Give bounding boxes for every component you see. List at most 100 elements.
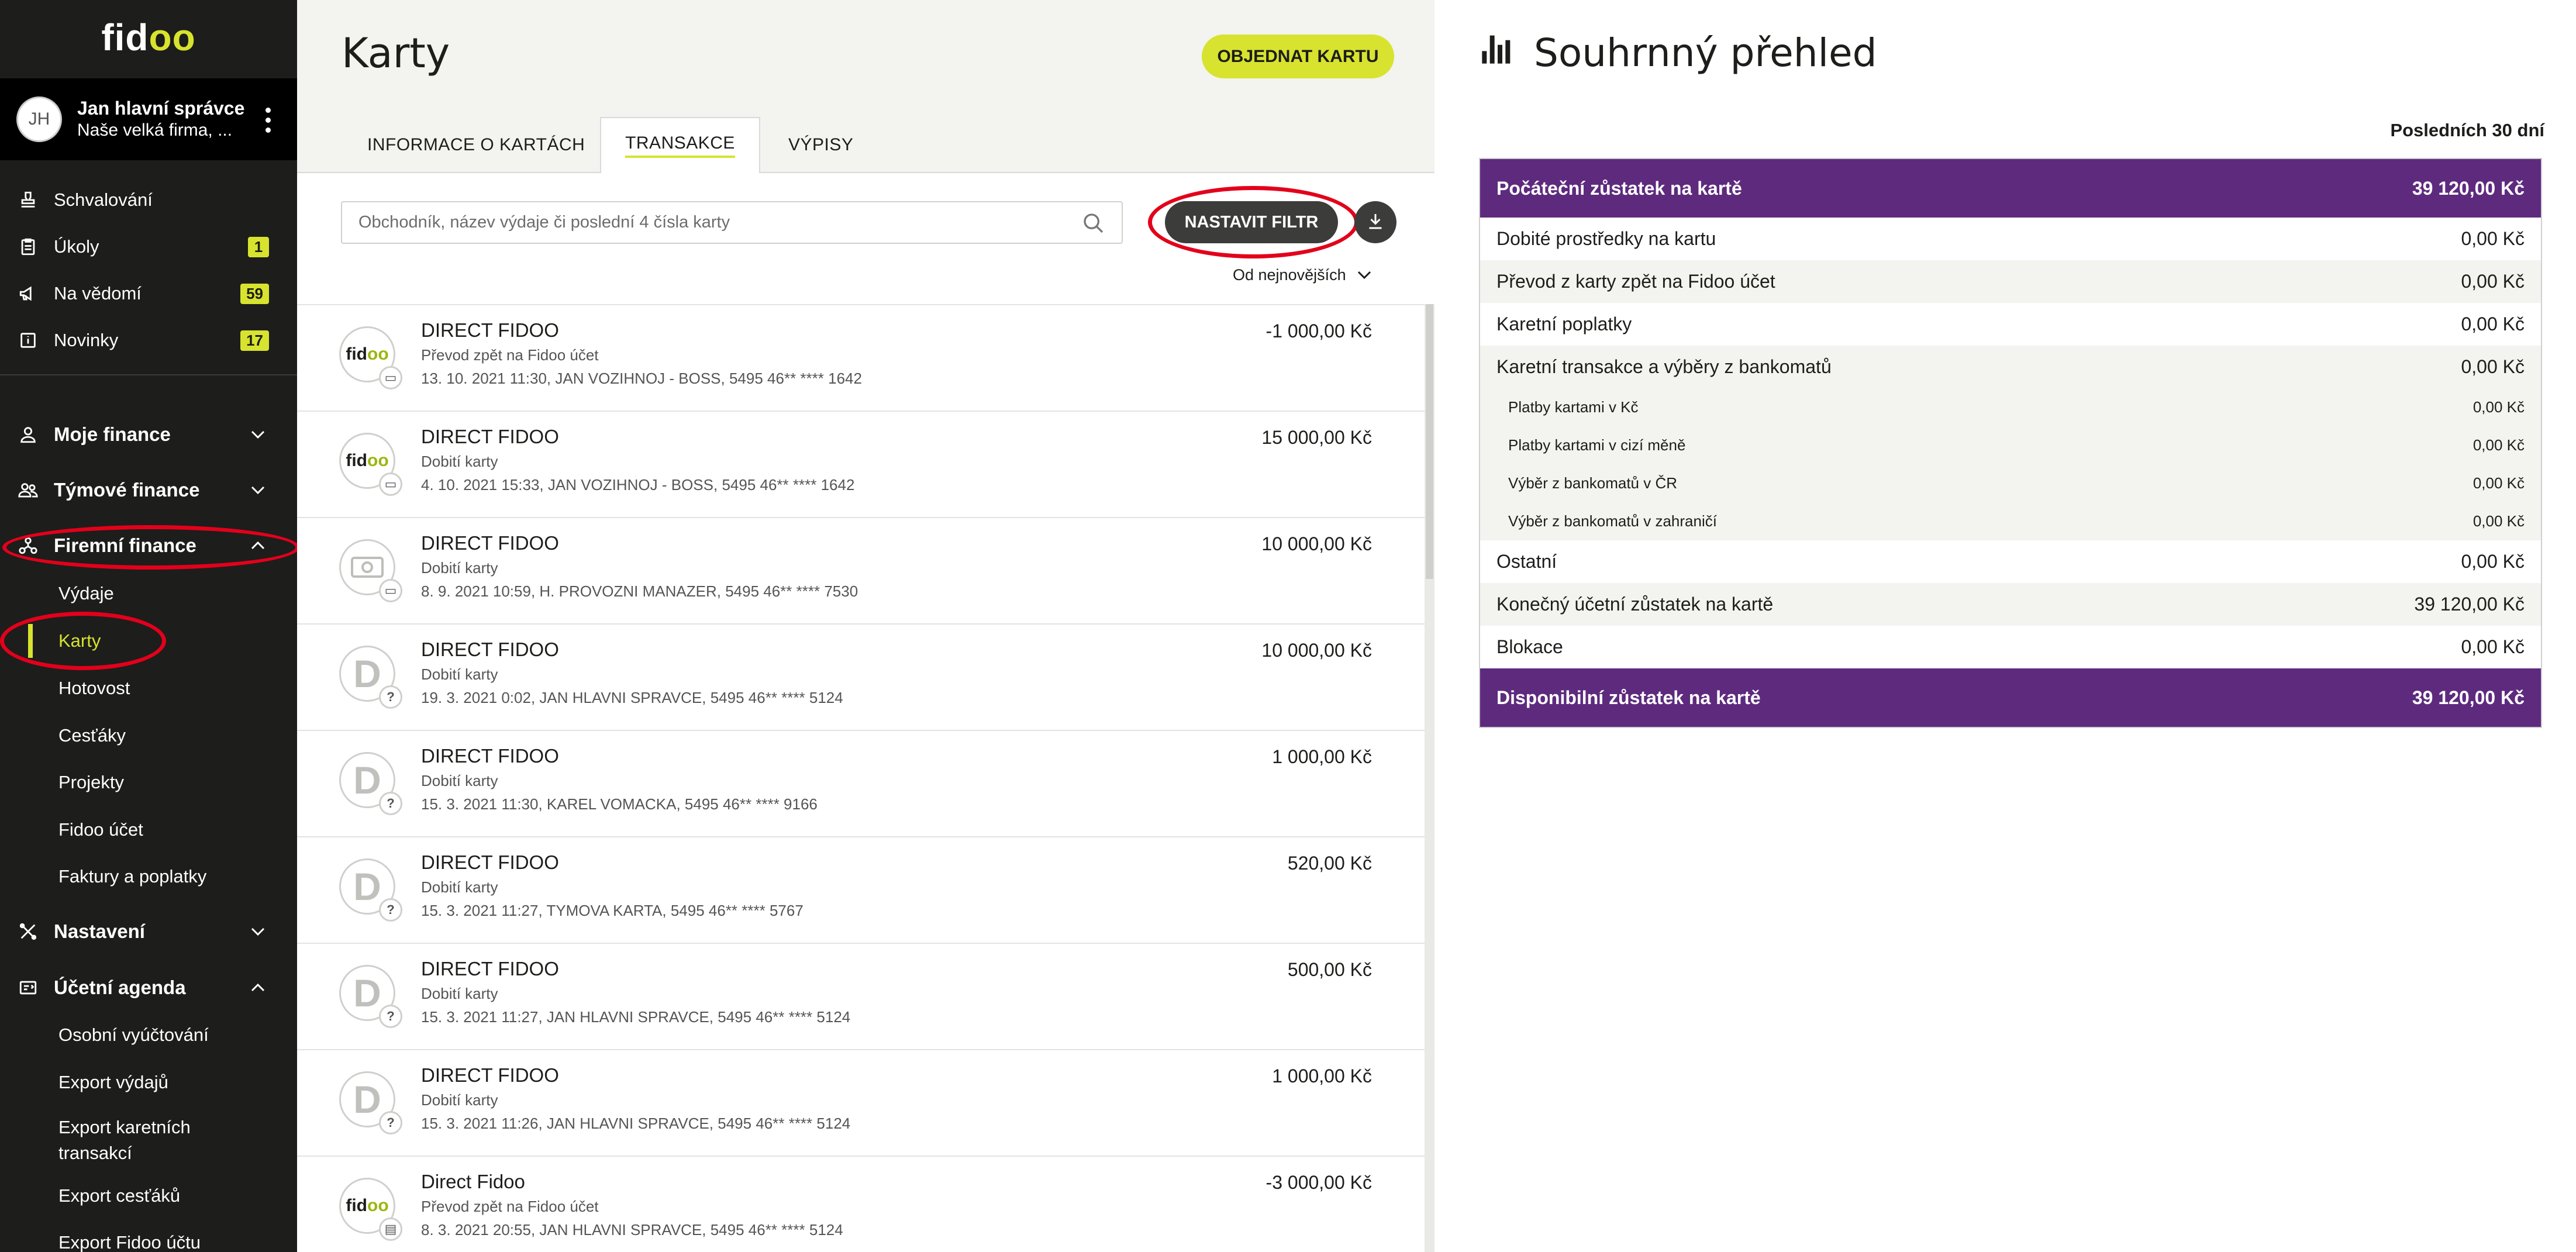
transaction-row[interactable]: D ? DIRECT FIDOO Dobití karty 15. 3. 202…: [297, 730, 1425, 836]
order-card-button[interactable]: OBJEDNAT KARTU: [1202, 35, 1394, 78]
transaction-row[interactable]: ▭ DIRECT FIDOO Dobití karty 8. 9. 2021 1…: [297, 517, 1425, 623]
sidebar-item-cestaky[interactable]: Cesťáky: [58, 718, 126, 753]
summary-title: Souhrnný přehled: [1479, 29, 1877, 76]
transaction-detail: 19. 3. 2021 0:02, JAN HLAVNI SPRAVCE, 54…: [421, 689, 843, 706]
summary-row: Konečný účetní zůstatek na kartě 39 120,…: [1480, 583, 2541, 626]
nav-label: Týmové finance: [54, 479, 200, 501]
summary-label: Převod z karty zpět na Fidoo účet: [1496, 271, 1775, 292]
summary-value: 0,00 Kč: [2461, 356, 2525, 377]
fidoo-logo[interactable]: fid oo: [0, 0, 297, 75]
nav-label: Na vědomí: [54, 283, 142, 303]
question-icon: ?: [379, 1111, 402, 1134]
summary-label: Platby kartami v Kč: [1508, 398, 1639, 416]
transaction-row[interactable]: fid oo ▭ DIRECT FIDOO Dobití karty 4. 10.…: [297, 411, 1425, 517]
transaction-type: Převod zpět na Fidoo účet: [421, 1198, 599, 1215]
chevron-down-icon: [249, 923, 267, 940]
tab-transakce[interactable]: TRANSAKCE: [600, 117, 760, 173]
summary-row: Karetní poplatky 0,00 Kč: [1480, 303, 2541, 346]
tools-icon: [18, 921, 39, 942]
sidebar-item-faktury[interactable]: Faktury a poplatky: [58, 859, 206, 894]
clipboard-icon: [18, 236, 39, 257]
team-icon: [18, 480, 39, 501]
sidebar-item-export-karetnich[interactable]: Export karetních transakcí: [58, 1111, 246, 1170]
merchant-name: DIRECT FIDOO: [421, 1064, 559, 1086]
transaction-detail: 15. 3. 2021 11:27, JAN HLAVNI SPRAVCE, 5…: [421, 1008, 851, 1026]
sidebar-item-export-cestaku[interactable]: Export cesťáků: [58, 1178, 180, 1213]
summary-label: Výběr z bankomatů v ČR: [1508, 474, 1678, 492]
transaction-detail: 8. 9. 2021 10:59, H. PROVOZNI MANAZER, 5…: [421, 582, 858, 600]
count-badge: 59: [240, 283, 269, 304]
nav-item-na-vedomi[interactable]: Na vědomí 59: [0, 273, 297, 314]
summary-row: Blokace 0,00 Kč: [1480, 626, 2541, 668]
ledger-icon: [18, 977, 39, 998]
sidebar-item-projekty[interactable]: Projekty: [58, 765, 124, 800]
transaction-detail: 8. 3. 2021 20:55, JAN HLAVNI SPRAVCE, 54…: [421, 1221, 843, 1239]
nav-item-novinky[interactable]: Novinky 17: [0, 320, 297, 361]
transaction-amount: 1 000,00 Kč: [1272, 1065, 1372, 1087]
summary-label: Počáteční zůstatek na kartě: [1496, 177, 1742, 199]
summary-label: Ostatní: [1496, 551, 1557, 572]
user-panel[interactable]: JH Jan hlavní správce Naše velká firma, …: [0, 78, 297, 160]
transaction-row[interactable]: D ? DIRECT FIDOO Dobití karty 19. 3. 202…: [297, 623, 1425, 730]
nav-item-ukoly[interactable]: Úkoly 1: [0, 226, 297, 267]
tab-informace-o-kartach[interactable]: INFORMACE O KARTÁCH: [367, 117, 585, 173]
nav-section-tymove-finance[interactable]: Týmové finance: [0, 470, 297, 511]
count-badge: 1: [248, 236, 269, 257]
sidebar-item-export-vydaju[interactable]: Export výdajů: [58, 1065, 168, 1100]
card-icon: ▭: [379, 579, 402, 602]
transaction-row[interactable]: fid oo ▤ Direct Fidoo Převod zpět na Fido…: [297, 1156, 1425, 1252]
summary-panel: Souhrnný přehled Posledních 30 dní Počát…: [1434, 0, 2576, 1252]
nav-label: Novinky: [54, 330, 119, 350]
summary-label: Platby kartami v cizí měně: [1508, 436, 1686, 454]
more-options-icon[interactable]: [265, 108, 271, 133]
transaction-amount: 10 000,00 Kč: [1261, 533, 1372, 554]
summary-subrow: Výběr z bankomatů v ČR 0,00 Kč: [1480, 464, 2541, 502]
merchant-name: DIRECT FIDOO: [421, 958, 559, 979]
sidebar-item-hotovost[interactable]: Hotovost: [58, 671, 130, 706]
summary-row: Převod z karty zpět na Fidoo účet 0,00 K…: [1480, 260, 2541, 303]
summary-value: 39 120,00 Kč: [2412, 687, 2525, 708]
highlight-ellipse: [1148, 186, 1358, 258]
user-name: Jan hlavní správce: [77, 98, 245, 119]
chevron-down-icon: [249, 481, 267, 499]
merchant-name: DIRECT FIDOO: [421, 851, 559, 873]
nav-label: Účetní agenda: [54, 977, 186, 998]
nav-section-ucetni-agenda[interactable]: Účetní agenda: [0, 967, 297, 1008]
nav-section-moje-finance[interactable]: Moje finance: [0, 414, 297, 455]
summary-label: Karetní transakce a výběry z bankomatů: [1496, 356, 1832, 377]
question-icon: ?: [379, 898, 402, 922]
sort-dropdown[interactable]: Od nejnovějších: [1233, 266, 1372, 284]
info-icon: [18, 330, 39, 351]
transaction-amount: 520,00 Kč: [1287, 853, 1372, 874]
nav-section-nastaveni[interactable]: Nastavení: [0, 911, 297, 952]
nav-item-schvalovani[interactable]: Schvalování: [0, 180, 297, 220]
sidebar-item-osobni-vyuctovani[interactable]: Osobní vyúčtování: [58, 1018, 209, 1053]
transaction-row[interactable]: D ? DIRECT FIDOO Dobití karty 15. 3. 202…: [297, 1049, 1425, 1156]
sidebar-item-fidoo-ucet[interactable]: Fidoo účet: [58, 812, 143, 847]
transaction-type: Dobití karty: [421, 665, 498, 683]
transaction-detail: 15. 3. 2021 11:26, JAN HLAVNI SPRAVCE, 5…: [421, 1115, 851, 1132]
transaction-row[interactable]: D ? DIRECT FIDOO Dobití karty 15. 3. 202…: [297, 836, 1425, 943]
summary-row-opening: Počáteční zůstatek na kartě 39 120,00 Kč: [1480, 159, 2541, 218]
transaction-type: Dobití karty: [421, 1091, 498, 1109]
transaction-row[interactable]: fid oo ▭ DIRECT FIDOO Převod zpět na Fido…: [297, 304, 1425, 411]
tab-label: TRANSAKCE: [625, 133, 735, 158]
sidebar-item-export-fidoo-uctu[interactable]: Export Fidoo účtu: [58, 1225, 201, 1252]
transaction-amount: -1 000,00 Kč: [1265, 320, 1372, 342]
summary-value: 0,00 Kč: [2472, 398, 2525, 416]
download-button[interactable]: [1354, 201, 1396, 243]
transaction-row[interactable]: D ? DIRECT FIDOO Dobití karty 15. 3. 202…: [297, 943, 1425, 1049]
period-label: Posledních 30 dní: [2390, 120, 2544, 140]
tab-label: VÝPISY: [788, 135, 854, 154]
transaction-amount: 15 000,00 Kč: [1261, 427, 1372, 448]
tab-vypisy[interactable]: VÝPISY: [788, 117, 853, 173]
search-icon[interactable]: [1082, 212, 1105, 240]
search-input[interactable]: Obchodník, název výdaje či poslední 4 čí…: [341, 201, 1123, 244]
sidebar-item-vydaje[interactable]: Výdaje: [58, 576, 114, 611]
card-icon: ▭: [379, 472, 402, 496]
merchant-name: Direct Fidoo: [421, 1171, 525, 1192]
summary-value: 0,00 Kč: [2472, 474, 2525, 492]
scrollbar-thumb[interactable]: [1426, 304, 1433, 579]
transaction-type: Převod zpět na Fidoo účet: [421, 346, 599, 364]
transaction-type: Dobití karty: [421, 559, 498, 577]
